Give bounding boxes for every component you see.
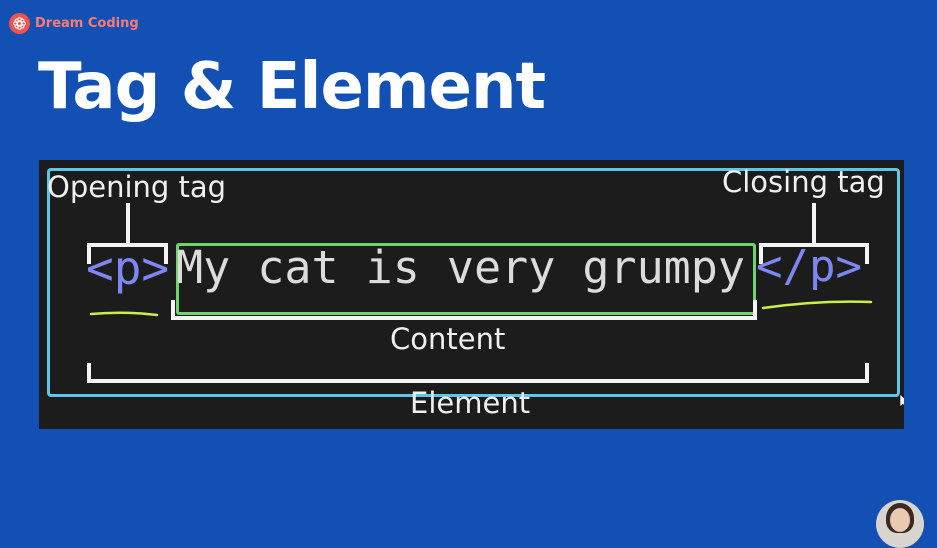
brand-name: Dream Coding	[35, 16, 139, 31]
element-label: Element	[410, 386, 531, 420]
element-diagram: Opening tag Closing tag <p> My cat is ve…	[39, 160, 904, 429]
presenter-avatar	[876, 500, 924, 548]
element-bracket	[87, 363, 869, 383]
cursor-icon	[899, 393, 904, 408]
content-label: Content	[390, 322, 506, 356]
content-code: My cat is very grumpy	[176, 241, 745, 294]
content-bracket	[171, 300, 757, 320]
avatar-face	[890, 508, 910, 532]
brand: Dream Coding	[9, 13, 139, 34]
closing-tag-underline	[761, 300, 873, 310]
opening-tag-label: Opening tag	[47, 170, 227, 204]
opening-tag-underline	[89, 311, 159, 317]
slide-title: Tag & Element	[38, 50, 546, 124]
opening-tag-code: <p>	[86, 241, 170, 295]
closing-tag-code: </p>	[756, 241, 862, 292]
sun-flower-icon	[9, 13, 30, 34]
closing-tag-label: Closing tag	[722, 165, 885, 199]
